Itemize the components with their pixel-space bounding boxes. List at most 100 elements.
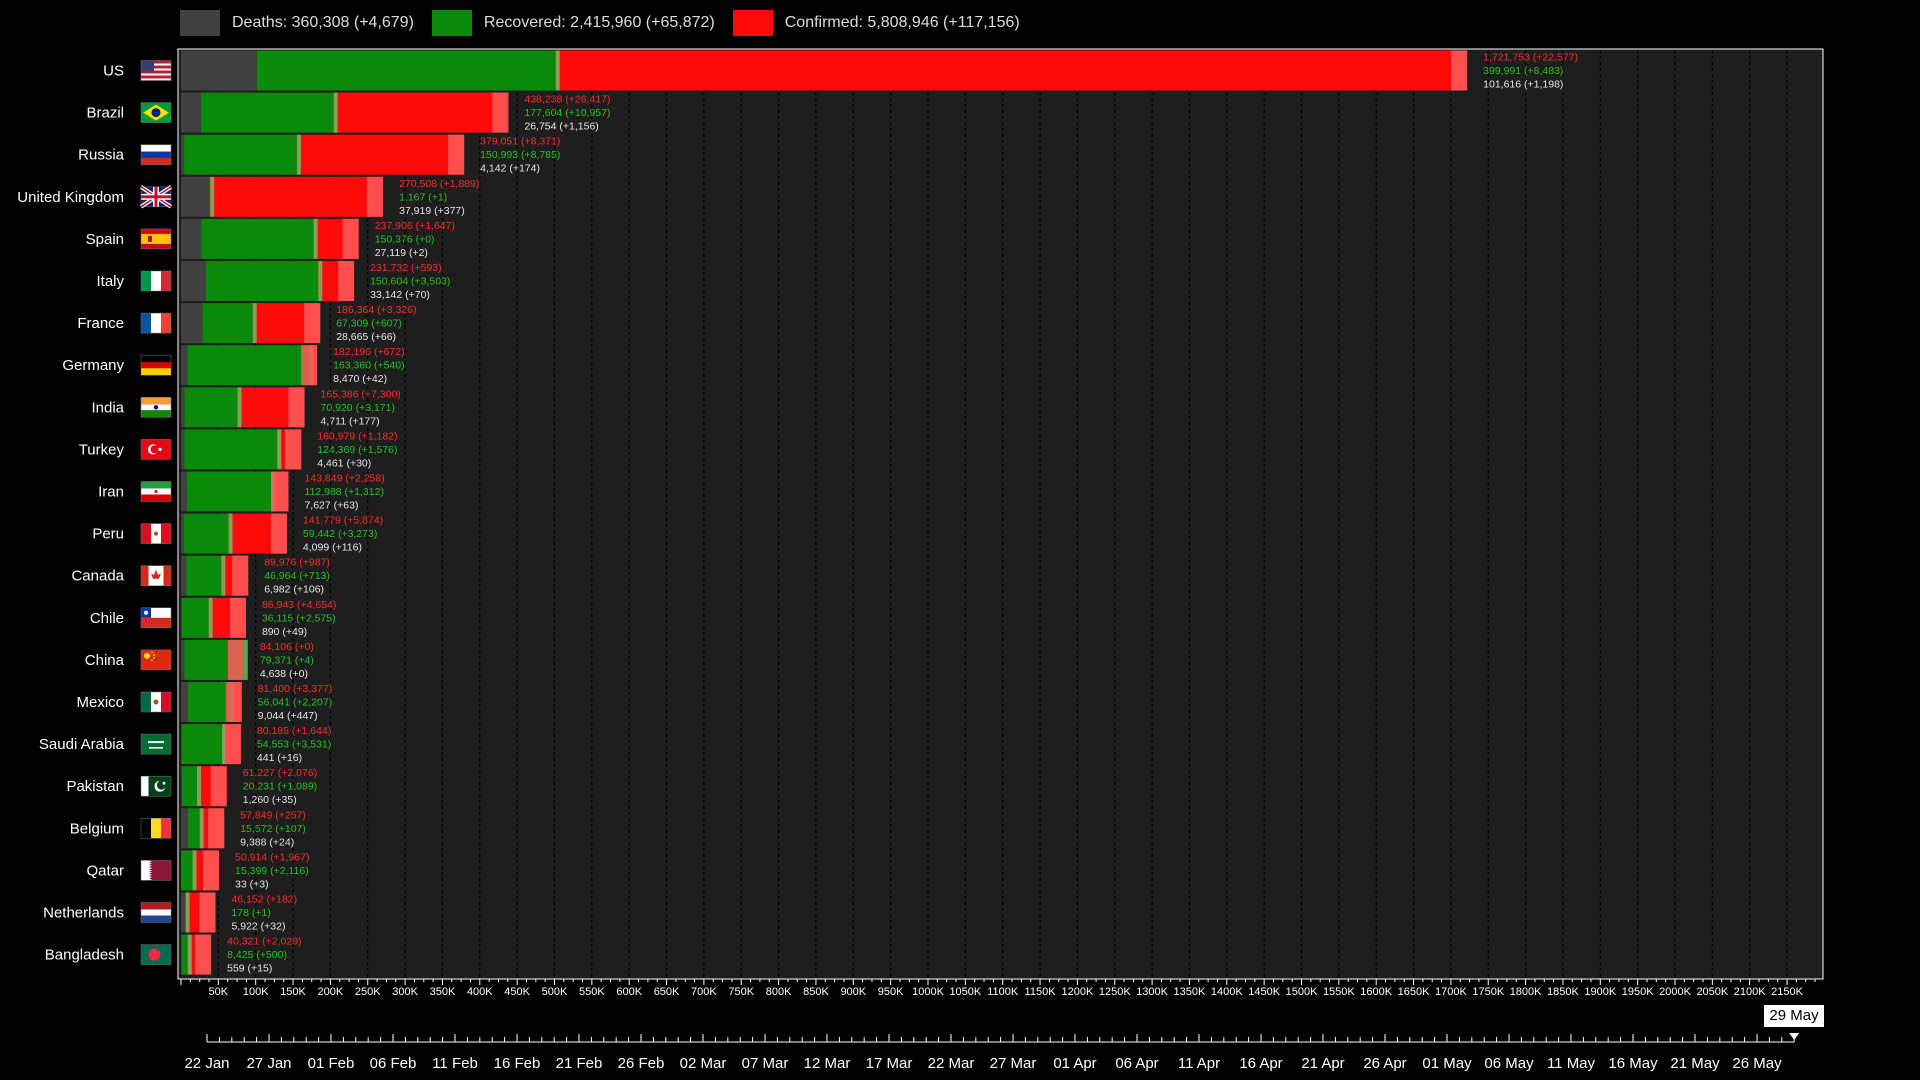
recovered-label: 20,231 (+1,089) — [243, 781, 317, 793]
recovered-increment — [237, 387, 242, 428]
timeline-label: 16 May — [1608, 1055, 1658, 1072]
x-axis: 50K 100K 150K 200K 250K 300K 350K 400K 450K 500K 5… — [180, 979, 1816, 998]
flag-bangladesh-icon — [140, 944, 172, 965]
recovered-increment — [318, 261, 323, 301]
flag-spain-icon — [140, 228, 172, 250]
recovered-label: 67,309 (+607) — [336, 318, 402, 330]
country-label: Peru — [92, 526, 124, 543]
timeline-marker-icon — [1789, 1033, 1800, 1040]
recovered-bar — [181, 766, 198, 807]
recovered-increment — [555, 50, 560, 91]
timeline-label: 27 Mar — [990, 1055, 1037, 1072]
confirmed-increment — [229, 597, 246, 638]
confirmed-label: 379,051 (+8,371) — [480, 136, 560, 148]
timeline-label: 12 Mar — [804, 1055, 851, 1072]
x-tick-label: 1000K — [912, 986, 944, 998]
deaths-bar — [181, 218, 202, 259]
timeline-label: 16 Feb — [494, 1055, 541, 1072]
confirmed-increment — [208, 808, 225, 849]
deaths-label: 33,142 (+70) — [370, 289, 430, 301]
confirmed-label: 61,227 (+2,076) — [243, 767, 317, 779]
x-tick-label: 1500K — [1286, 986, 1318, 998]
confirmed-increment — [210, 766, 227, 807]
recovered-bar — [186, 555, 222, 596]
recovered-increment — [192, 850, 197, 891]
flag-italy-icon — [140, 270, 172, 292]
x-tick-label: 100K — [243, 986, 269, 998]
x-tick-label: 2100K — [1734, 986, 1766, 998]
flag-qatar-icon — [140, 860, 172, 881]
deaths-bar — [181, 682, 188, 722]
confirmed-label: 438,238 (+26,417) — [524, 94, 610, 106]
recovered-increment — [187, 934, 192, 975]
deaths-label: 6,982 (+106) — [264, 584, 324, 596]
confirmed-label: 80,185 (+1,644) — [257, 725, 331, 737]
confirmed-increment — [1451, 50, 1468, 91]
confirmed-label: 46,152 (+182) — [231, 894, 297, 906]
confirmed-increment — [285, 429, 302, 470]
confirmed-label: 81,400 (+3,377) — [258, 683, 332, 695]
deaths-bar — [181, 387, 185, 428]
recovered-increment — [333, 92, 338, 133]
row-italy: Italy 231,732 (+593) 150,604 (+3,503)33,14… — [96, 261, 450, 301]
timeline-label: 22 Jan — [184, 1055, 229, 1072]
country-label: Germany — [62, 357, 124, 374]
confirmed-label: 160,979 (+1,182) — [317, 430, 397, 442]
country-label: United Kingdom — [17, 189, 124, 206]
confirmed-increment — [203, 850, 220, 891]
recovered-increment — [277, 429, 282, 470]
timeline-label: 26 Feb — [618, 1055, 665, 1072]
confirmed-increment — [232, 555, 249, 596]
x-tick-label: 700K — [691, 986, 717, 998]
deaths-label: 4,638 (+0) — [260, 668, 308, 680]
covid-bar-chart: 50K 100K 150K 200K 250K 300K 350K 400K 450K 500K 5… — [17, 48, 1824, 1072]
row-united-kingdom: United Kingdom 270,508 (+1,889)1,167 (+1)… — [17, 176, 479, 217]
timeline-label: 11 May — [1547, 1055, 1596, 1072]
recovered-label: 54,553 (+3,531) — [257, 739, 331, 751]
recovered-bar — [200, 92, 334, 133]
confirmed-bar — [333, 92, 509, 133]
deaths-label: 559 (+15) — [227, 963, 272, 975]
deaths-label: 27,119 (+2) — [375, 247, 428, 259]
confirmed-increment — [492, 92, 509, 133]
timeline-label: 01 Apr — [1053, 1055, 1096, 1072]
confirmed-increment — [195, 934, 212, 975]
recovered-bar — [181, 597, 209, 638]
country-label: Italy — [96, 273, 124, 290]
country-label: India — [91, 399, 124, 416]
recovered-increment — [296, 134, 301, 175]
country-label: Spain — [86, 231, 124, 248]
country-label: Belgium — [70, 820, 124, 837]
confirmed-increment — [342, 218, 359, 259]
x-tick-label: 400K — [467, 986, 493, 998]
flag-us-icon — [140, 60, 172, 81]
recovered-label: 15,399 (+2,116) — [235, 865, 309, 877]
timeline-label: 21 Feb — [556, 1055, 603, 1072]
timeline-label: 27 Jan — [246, 1055, 291, 1072]
row-peru: Peru 141,779 (+5,874)59,442 (+3,273) 4,099… — [92, 513, 383, 554]
x-tick-label: 1900K — [1584, 986, 1616, 998]
flag-turkey-icon — [140, 439, 172, 460]
x-tick-label: 550K — [579, 986, 605, 998]
recovered-label: 150,604 (+3,503) — [370, 276, 450, 288]
x-tick-label: 1550K — [1323, 986, 1355, 998]
recovered-label: 163,360 (+540) — [333, 360, 405, 372]
confirmed-increment — [288, 387, 305, 428]
deaths-label: 5,922 (+32) — [231, 921, 285, 933]
x-tick-label: 350K — [430, 986, 456, 998]
confirmed-increment — [304, 303, 321, 344]
recovered-label: 399,991 (+8,483) — [1483, 65, 1563, 77]
country-label: Brazil — [86, 105, 124, 122]
confirmed-increment — [227, 639, 244, 680]
timeline-label: 16 Apr — [1239, 1055, 1282, 1072]
x-tick-label: 200K — [318, 986, 344, 998]
deaths-bar — [181, 50, 257, 91]
deaths-bar — [181, 134, 185, 175]
recovered-label: 1,167 (+1) — [399, 191, 447, 203]
recovered-label: 15,572 (+107) — [240, 823, 306, 835]
country-label: Canada — [71, 568, 124, 585]
deaths-bar — [181, 555, 187, 596]
country-label: Russia — [78, 147, 125, 164]
x-tick-label: 1050K — [949, 986, 981, 998]
recovered-bar — [187, 345, 310, 386]
